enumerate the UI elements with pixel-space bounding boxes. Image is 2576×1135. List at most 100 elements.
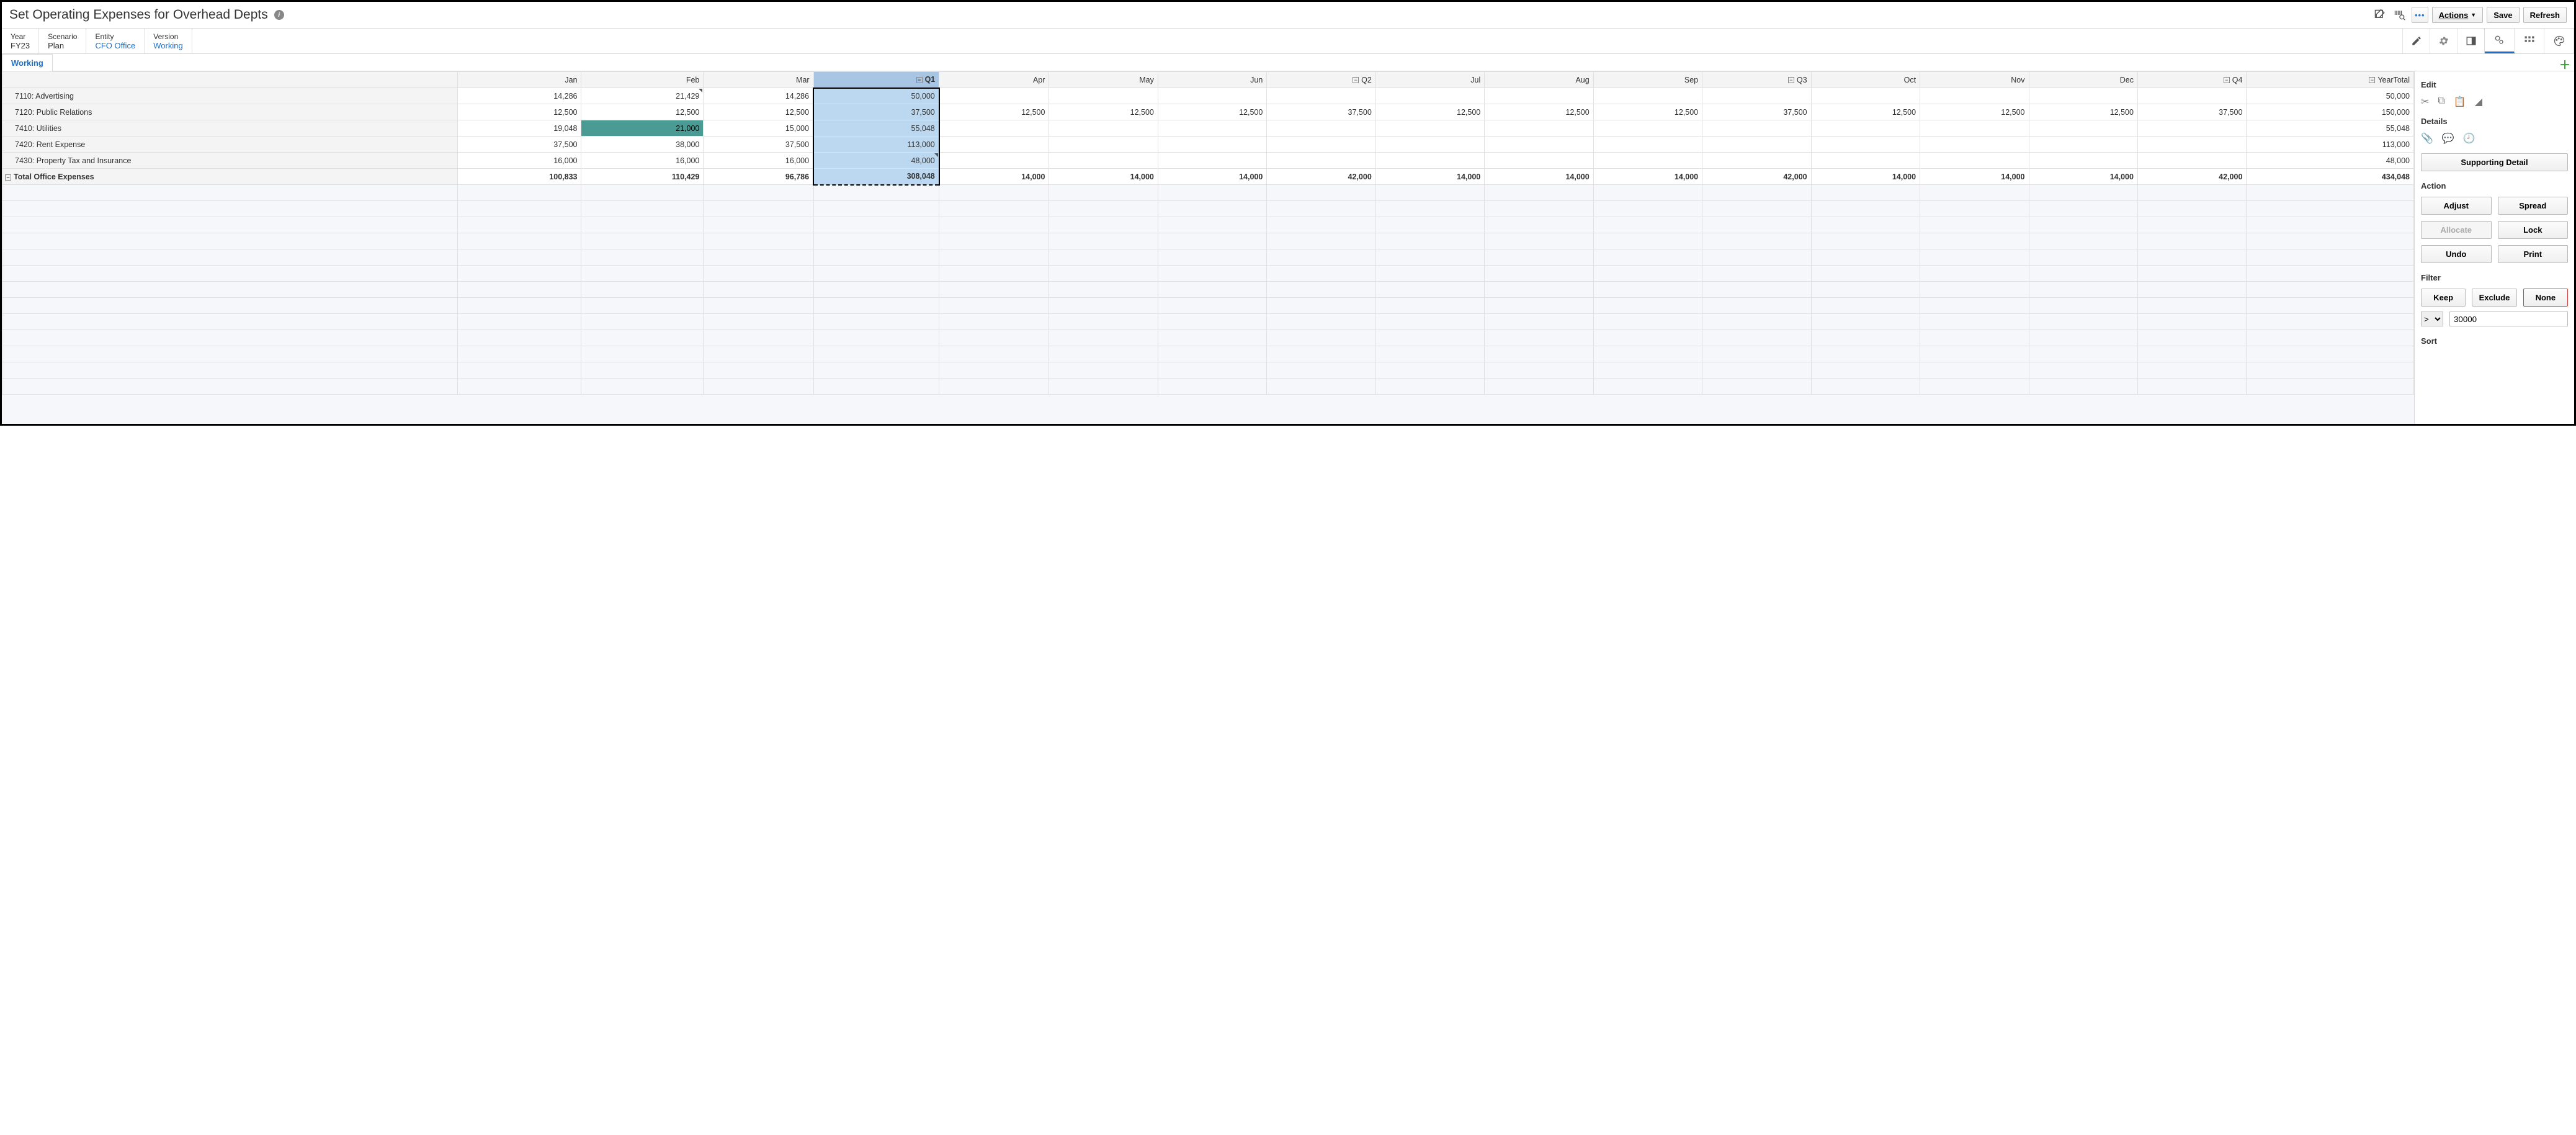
data-cell[interactable]: 14,286 <box>458 88 581 104</box>
attachment-icon[interactable]: 📎 <box>2421 132 2433 145</box>
tab-working[interactable]: Working <box>2 54 53 71</box>
data-cell[interactable]: 12,500 <box>1920 104 2029 120</box>
data-cell[interactable] <box>939 88 1049 104</box>
data-cell[interactable] <box>1267 137 1375 153</box>
history-icon[interactable]: 🕘 <box>2463 132 2475 145</box>
column-header[interactable]: −Q4 <box>2137 72 2246 88</box>
print-button[interactable]: Print <box>2498 245 2569 263</box>
data-cell[interactable]: 113,000 <box>813 137 939 153</box>
column-header[interactable]: Mar <box>704 72 813 88</box>
data-cell[interactable] <box>2137 137 2246 153</box>
data-cell[interactable]: 55,048 <box>813 120 939 137</box>
column-header[interactable]: Apr <box>939 72 1049 88</box>
pov-version[interactable]: Version Working <box>145 29 192 53</box>
column-header[interactable]: Oct <box>1811 72 1920 88</box>
spread-button[interactable]: Spread <box>2498 197 2569 215</box>
data-cell[interactable]: 16,000 <box>458 153 581 169</box>
filter-value-input[interactable] <box>2449 312 2568 326</box>
column-header[interactable]: Nov <box>1920 72 2029 88</box>
data-cell[interactable]: 16,000 <box>581 153 704 169</box>
row-header[interactable]: 7110: Advertising <box>2 88 458 104</box>
total-cell[interactable]: 434,048 <box>2247 169 2414 185</box>
data-cell[interactable]: 37,500 <box>813 104 939 120</box>
paste-icon[interactable]: 📋 <box>2454 96 2466 108</box>
total-cell[interactable]: 110,429 <box>581 169 704 185</box>
panel-toggle-icon[interactable] <box>2457 29 2484 53</box>
data-cell[interactable] <box>2029 153 2137 169</box>
keep-button[interactable]: Keep <box>2421 289 2466 307</box>
exclude-button[interactable]: Exclude <box>2472 289 2516 307</box>
data-cell[interactable]: 12,500 <box>1049 104 1158 120</box>
more-icon[interactable]: ••• <box>2412 7 2428 23</box>
data-cell[interactable]: 12,500 <box>1158 104 1266 120</box>
data-cell[interactable]: 21,000 <box>581 120 704 137</box>
column-header[interactable]: −YearTotal <box>2247 72 2414 88</box>
column-header[interactable]: Feb <box>581 72 704 88</box>
data-cell[interactable]: 37,500 <box>2137 104 2246 120</box>
total-cell[interactable]: 14,000 <box>1593 169 1702 185</box>
row-header[interactable]: 7120: Public Relations <box>2 104 458 120</box>
data-cell[interactable]: 14,286 <box>704 88 813 104</box>
total-cell[interactable]: 14,000 <box>1158 169 1266 185</box>
data-cell[interactable] <box>1158 137 1266 153</box>
data-cell[interactable] <box>939 120 1049 137</box>
total-cell[interactable]: 14,000 <box>939 169 1049 185</box>
total-cell[interactable]: 14,000 <box>1485 169 1593 185</box>
data-cell[interactable] <box>2029 137 2137 153</box>
data-cell[interactable] <box>1702 88 1811 104</box>
data-cell[interactable]: 55,048 <box>2247 120 2414 137</box>
info-icon[interactable]: i <box>274 10 284 20</box>
data-cell[interactable] <box>1049 153 1158 169</box>
column-header[interactable]: May <box>1049 72 1158 88</box>
data-cell[interactable]: 12,500 <box>581 104 704 120</box>
data-cell[interactable]: 12,500 <box>1811 104 1920 120</box>
filter-operator-select[interactable]: > <box>2421 312 2443 326</box>
data-cell[interactable] <box>1375 153 1484 169</box>
data-cell[interactable] <box>2029 120 2137 137</box>
data-cell[interactable] <box>1267 153 1375 169</box>
row-header[interactable]: 7410: Utilities <box>2 120 458 137</box>
total-cell[interactable]: 100,833 <box>458 169 581 185</box>
data-cell[interactable] <box>1267 88 1375 104</box>
column-header[interactable]: −Q3 <box>1702 72 1811 88</box>
data-cell[interactable]: 50,000 <box>2247 88 2414 104</box>
total-cell[interactable]: 14,000 <box>1811 169 1920 185</box>
column-header[interactable]: Jun <box>1158 72 1266 88</box>
side-tab-palette[interactable] <box>2544 29 2574 53</box>
total-cell[interactable]: 96,786 <box>704 169 813 185</box>
column-header[interactable]: Dec <box>2029 72 2137 88</box>
data-cell[interactable]: 113,000 <box>2247 137 2414 153</box>
data-cell[interactable]: 12,500 <box>939 104 1049 120</box>
comment-icon[interactable]: 💬 <box>2442 132 2454 145</box>
copy-icon[interactable]: ⧉ <box>2438 96 2444 108</box>
cut-icon[interactable]: ✂ <box>2421 96 2429 108</box>
refresh-button[interactable]: Refresh <box>2523 7 2567 23</box>
data-cell[interactable]: 48,000 <box>2247 153 2414 169</box>
data-cell[interactable] <box>1375 137 1484 153</box>
none-button[interactable]: None <box>2523 289 2568 307</box>
data-cell[interactable] <box>1920 120 2029 137</box>
column-header[interactable]: −Q1 <box>813 72 939 88</box>
row-header[interactable]: 7430: Property Tax and Insurance <box>2 153 458 169</box>
row-header[interactable]: 7420: Rent Expense <box>2 137 458 153</box>
actions-button[interactable]: Actions▼ <box>2432 7 2484 23</box>
data-cell[interactable] <box>1593 120 1702 137</box>
data-cell[interactable]: 21,429 <box>581 88 704 104</box>
data-cell[interactable]: 37,500 <box>704 137 813 153</box>
column-header[interactable]: −Q2 <box>1267 72 1375 88</box>
column-header[interactable]: Aug <box>1485 72 1593 88</box>
data-cell[interactable] <box>2137 120 2246 137</box>
data-cell[interactable] <box>1049 137 1158 153</box>
side-tab-grid[interactable] <box>2515 29 2544 53</box>
column-header[interactable]: Sep <box>1593 72 1702 88</box>
data-cell[interactable] <box>1702 137 1811 153</box>
data-cell[interactable] <box>1485 88 1593 104</box>
data-cell[interactable]: 19,048 <box>458 120 581 137</box>
data-cell[interactable] <box>1920 88 2029 104</box>
supporting-detail-button[interactable]: Supporting Detail <box>2421 153 2568 171</box>
column-header[interactable]: Jul <box>1375 72 1484 88</box>
side-tab-properties[interactable] <box>2485 29 2515 53</box>
data-cell[interactable]: 12,500 <box>704 104 813 120</box>
data-cell[interactable] <box>939 153 1049 169</box>
add-tab-icon[interactable]: ＋ <box>2559 56 2570 73</box>
